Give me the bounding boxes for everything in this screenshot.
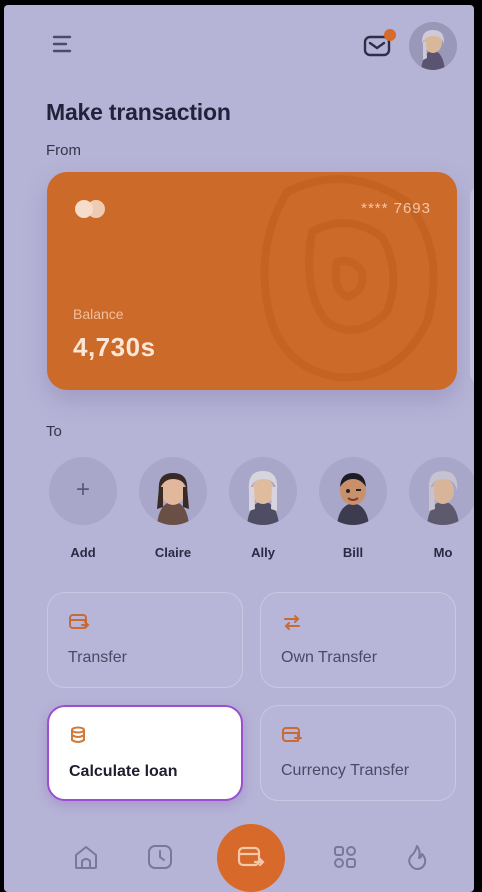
transfer-icon — [69, 614, 90, 629]
contact-name: Bill — [342, 545, 364, 560]
contact-name: Add — [70, 545, 96, 560]
transfer-icon — [237, 846, 265, 867]
contact-name: Claire — [154, 545, 192, 560]
calculate-loan-tile[interactable]: Calculate loan — [47, 705, 243, 801]
page-title: Make transaction — [46, 99, 231, 125]
balance-value: 4,730s — [73, 332, 156, 362]
app-screen: Make transaction From **** 7693 Balance … — [4, 5, 474, 892]
card-number: **** 7693 — [361, 200, 431, 217]
contact-add[interactable]: + Add — [48, 457, 118, 560]
contact-avatar — [319, 457, 387, 525]
transfer-tile[interactable]: Transfer — [47, 592, 243, 688]
contact-name: Mo — [433, 545, 453, 560]
contact-avatar — [229, 457, 297, 525]
balance-label: Balance — [73, 306, 124, 322]
plus-icon: + — [75, 476, 90, 503]
tile-label: Calculate loan — [69, 763, 178, 780]
user-avatar[interactable] — [409, 22, 457, 70]
contact-avatar — [139, 457, 207, 525]
contact-claire[interactable]: Claire — [138, 457, 208, 560]
tile-label: Own Transfer — [281, 649, 378, 666]
history-icon[interactable] — [144, 841, 176, 873]
card-brand-logo — [75, 200, 105, 218]
fire-icon[interactable] — [401, 841, 433, 873]
tile-label: Currency Transfer — [281, 762, 410, 779]
contact-avatar — [409, 457, 474, 525]
own-transfer-tile[interactable]: Own Transfer — [260, 592, 456, 688]
contact-ally[interactable]: Ally — [228, 457, 298, 560]
next-card-peek[interactable] — [470, 185, 474, 385]
notification-badge — [384, 29, 396, 41]
payment-card[interactable]: **** 7693 Balance 4,730s — [47, 172, 457, 390]
apps-grid-icon[interactable] — [329, 841, 361, 873]
currency-transfer-tile[interactable]: Currency Transfer — [260, 705, 456, 801]
tile-label: Transfer — [68, 649, 127, 666]
currency-transfer-icon — [282, 727, 302, 742]
hamburger-menu-icon[interactable] — [52, 33, 76, 55]
contact-mo[interactable]: Mo — [408, 457, 474, 560]
to-label: To — [46, 423, 62, 440]
coins-icon — [71, 726, 85, 743]
swap-arrows-icon — [284, 615, 300, 630]
contact-name: Ally — [251, 545, 275, 560]
add-contact-button[interactable]: + — [49, 457, 117, 525]
contact-bill[interactable]: Bill — [318, 457, 388, 560]
transfer-nav-button[interactable] — [217, 824, 285, 892]
from-label: From — [46, 142, 81, 159]
home-icon[interactable] — [70, 841, 102, 873]
